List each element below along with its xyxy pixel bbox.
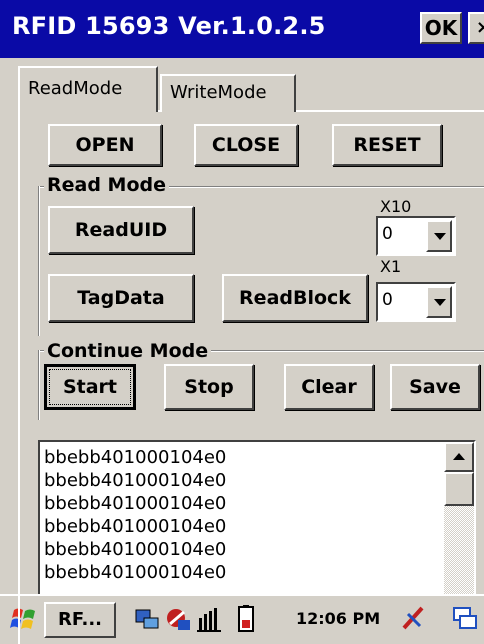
window-title: RFID 15693 Ver.1.0.2.5 xyxy=(12,12,326,40)
title-bar: RFID 15693 Ver.1.0.2.5 OK × xyxy=(0,0,484,58)
ok-button[interactable]: OK xyxy=(420,12,462,44)
tab-readmode[interactable]: ReadMode xyxy=(18,66,158,112)
screen: RFID 15693 Ver.1.0.2.5 OK × ReadMode Wri… xyxy=(0,0,484,644)
readmode-tab-panel xyxy=(18,110,484,644)
close-window-button[interactable]: × xyxy=(468,12,484,44)
tab-writemode[interactable]: WriteMode xyxy=(160,74,296,112)
